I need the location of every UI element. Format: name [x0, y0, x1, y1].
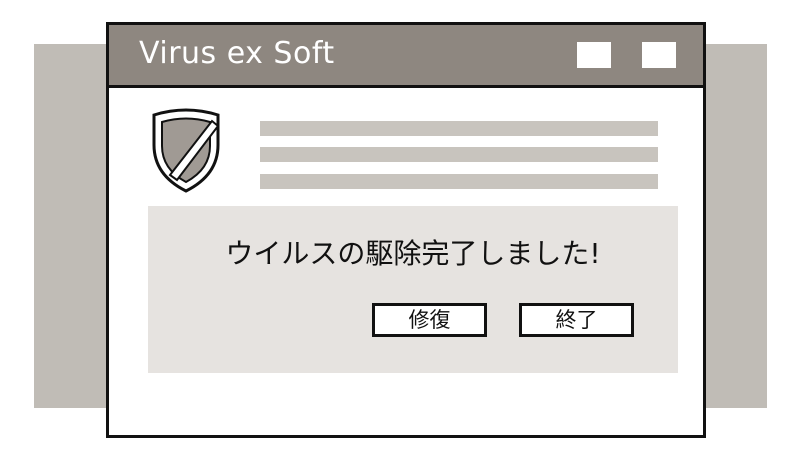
placeholder-text-line	[260, 147, 658, 162]
repair-button[interactable]: 修復	[372, 303, 487, 337]
minimize-button[interactable]	[577, 42, 611, 68]
maximize-button[interactable]	[642, 42, 676, 68]
title-bar[interactable]: Virus ex Soft	[109, 25, 703, 88]
quit-button[interactable]: 終了	[519, 303, 634, 337]
shield-icon	[152, 108, 220, 193]
placeholder-text-line	[260, 174, 658, 189]
window-title: Virus ex Soft	[139, 36, 335, 71]
message-panel: ウイルスの駆除完了しました! 修復 終了	[148, 206, 678, 373]
app-window: Virus ex Soft ウイルスの駆除完了しました! 修復 終了	[106, 22, 706, 438]
completion-message: ウイルスの駆除完了しました!	[225, 237, 601, 270]
placeholder-text-line	[260, 121, 658, 136]
